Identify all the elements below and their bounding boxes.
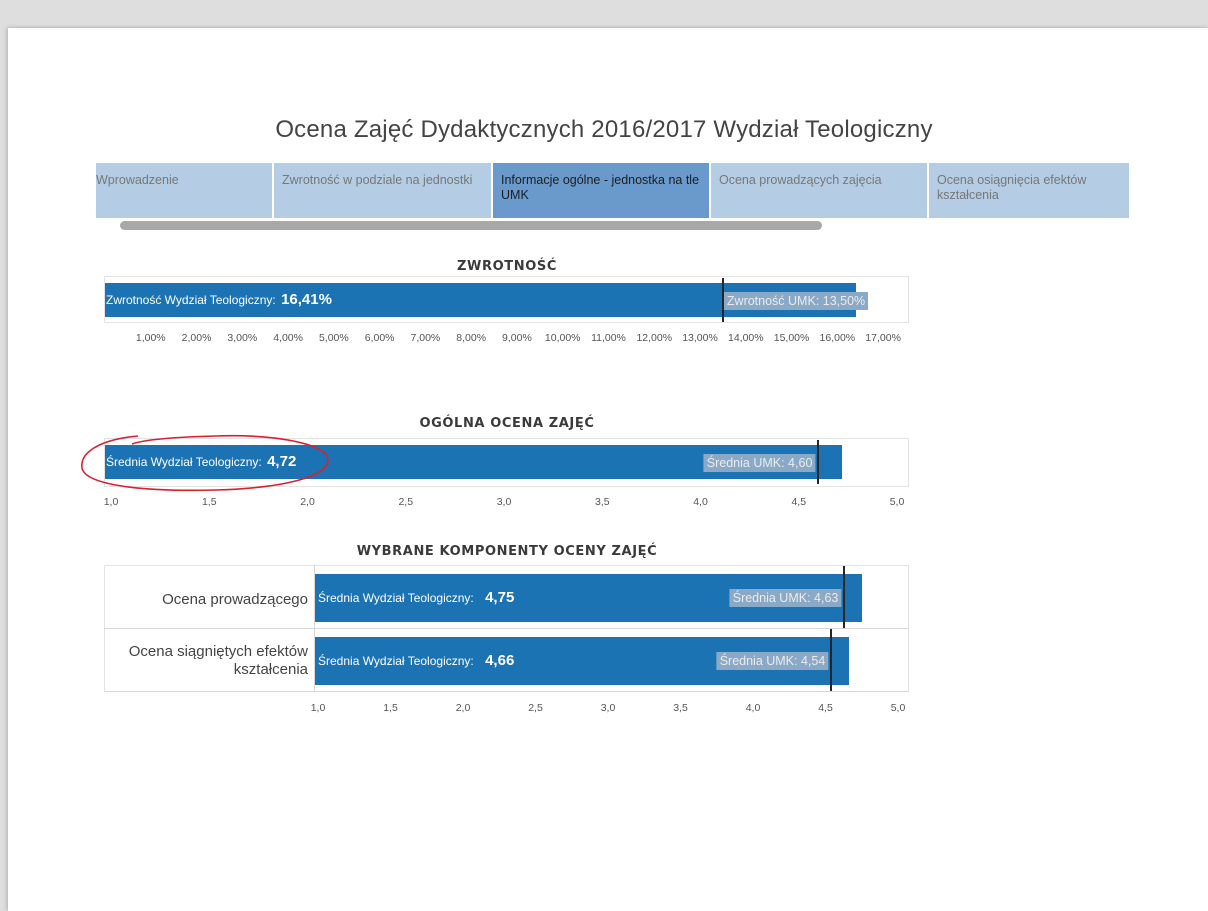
tab-zwrotnosc-jednostki[interactable]: Zwrotność w podziale na jednostki	[274, 163, 493, 218]
x-tick-label: 2,5	[398, 496, 414, 508]
bar-value-label: 4,66	[485, 652, 515, 669]
reference-line-umk	[817, 440, 820, 484]
tab-informacje-ogolne[interactable]: Informacje ogólne - jednostka na tle UMK	[493, 163, 711, 218]
chart-title-ogolna-ocena: OGÓLNA OCENA ZAJĘĆ	[419, 416, 595, 431]
x-tick-label: 3,00%	[227, 332, 258, 344]
bar-label-prefix: Średnia Wydział Teologiczny:	[318, 654, 474, 668]
tab-ocena-efektow[interactable]: Ocena osiągnięcia efektów kształcenia	[929, 163, 1129, 218]
x-tick-label: 8,00%	[456, 332, 487, 344]
x-tick-label: 1,5	[201, 496, 217, 508]
x-tick-label: 3,5	[673, 702, 688, 714]
x-tick-label: 4,00%	[273, 332, 303, 344]
x-tick-label: 4,0	[693, 496, 708, 508]
bar-label-zwrotnosc: Zwrotność Wydział Teologiczny: 16,41%	[106, 283, 332, 317]
x-tick-label: 5,00%	[318, 332, 349, 344]
x-tick-label: 3,5	[594, 496, 610, 508]
x-tick-label: 5,0	[889, 496, 905, 508]
reference-label-umk: Średnia UMK: 4,60	[703, 454, 816, 472]
x-tick-label: 4,0	[745, 702, 761, 714]
reference-label-umk: Średnia UMK: 4,54	[716, 652, 829, 670]
x-tick-label: 2,5	[528, 702, 543, 714]
horizontal-scrollbar[interactable]	[120, 221, 822, 230]
x-tick-label: 11,00%	[591, 332, 626, 344]
x-tick-label: 2,00%	[181, 332, 212, 344]
bar-label-ogolna-ocena: Średnia Wydział Teologiczny: 4,72	[106, 445, 296, 479]
bar-label-prefix: Średnia Wydział Teologiczny:	[106, 455, 262, 469]
tab-wprowadzenie[interactable]: Wprowadzenie	[96, 163, 274, 218]
bar-value-label: 4,75	[485, 589, 515, 606]
page-title: Ocena Zajęć Dydaktycznych 2016/2017 Wydz…	[275, 116, 933, 143]
x-tick-label: 2,0	[455, 702, 471, 714]
bar-value-label: 16,41%	[281, 291, 332, 308]
x-tick-label: 10,00%	[544, 332, 581, 344]
row-label-ocena-prowadzacego: Ocena prowadzącego	[162, 591, 308, 608]
bar-label-prefix: Średnia Wydział Teologiczny:	[318, 591, 474, 605]
x-tick-label: 1,0	[310, 702, 326, 714]
row-label-ocena-efektow: Ocena siągniętych efektów kształcenia	[128, 643, 308, 678]
reference-line-umk	[843, 566, 846, 628]
row-divider	[104, 628, 909, 629]
x-tick-label: 1,5	[383, 702, 398, 714]
x-tick-label: 13,00%	[682, 332, 718, 344]
row-divider	[104, 691, 909, 692]
bar-value-label: 4,72	[267, 453, 297, 470]
x-tick-label: 5,0	[890, 702, 906, 714]
x-tick-label: 1,00%	[135, 332, 166, 344]
x-tick-label: 16,00%	[819, 332, 856, 344]
x-tick-label: 4,5	[818, 702, 833, 714]
x-tick-label: 17,00%	[865, 332, 901, 344]
tab-bar: Wprowadzenie Zwrotność w podziale na jed…	[96, 163, 1129, 218]
x-tick-label: 14,00%	[727, 332, 764, 344]
x-tick-label: 4,5	[791, 496, 807, 508]
x-tick-label: 9,00%	[502, 332, 532, 344]
x-tick-label: 2,0	[300, 496, 315, 508]
x-tick-label: 7,00%	[410, 332, 441, 344]
x-tick-label: 6,00%	[364, 332, 395, 344]
bar-label-ocena-efektow: Średnia Wydział Teologiczny: 4,66	[318, 644, 514, 678]
reference-line-umk	[830, 629, 833, 691]
reference-label-umk: Zwrotność UMK: 13,50%	[723, 292, 869, 310]
x-tick-label: 15,00%	[773, 332, 810, 344]
bar-label-prefix: Zwrotność Wydział Teologiczny:	[106, 293, 276, 307]
x-tick-label: 3,0	[600, 702, 616, 714]
chart-title-komponenty: WYBRANE KOMPONENTY OCENY ZAJĘĆ	[356, 544, 658, 559]
x-tick-label: 12,00%	[636, 332, 673, 344]
tab-ocena-prowadzacych[interactable]: Ocena prowadzących zajęcia	[711, 163, 929, 218]
chart-title-zwrotnosc: ZWROTNOŚĆ	[457, 259, 557, 274]
reference-label-umk: Średnia UMK: 4,63	[729, 589, 842, 607]
x-tick-label: 1,0	[103, 496, 119, 508]
x-tick-label: 3,0	[496, 496, 512, 508]
bar-label-ocena-prowadzacego: Średnia Wydział Teologiczny: 4,75	[318, 581, 514, 615]
